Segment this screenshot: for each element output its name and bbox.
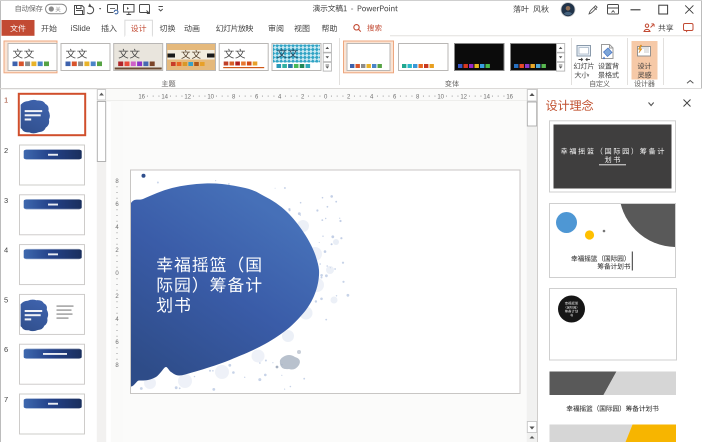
svg-text:12: 12 (460, 95, 467, 101)
svg-text:12: 12 (184, 95, 191, 101)
svg-text:6: 6 (4, 345, 8, 354)
svg-text:2: 2 (4, 146, 8, 155)
svg-text:4: 4 (4, 246, 8, 255)
svg-text:16: 16 (506, 95, 513, 101)
svg-text:7: 7 (4, 395, 8, 404)
svg-text:iSlide: iSlide (71, 24, 91, 33)
svg-text:3: 3 (4, 196, 8, 205)
svg-text:5: 5 (4, 295, 8, 304)
svg-text:10: 10 (207, 95, 214, 101)
svg-text:10: 10 (437, 95, 444, 101)
svg-text:14: 14 (483, 95, 490, 101)
svg-text:16: 16 (138, 95, 145, 101)
svg-text:14: 14 (161, 95, 168, 101)
svg-text:1: 1 (4, 96, 8, 105)
